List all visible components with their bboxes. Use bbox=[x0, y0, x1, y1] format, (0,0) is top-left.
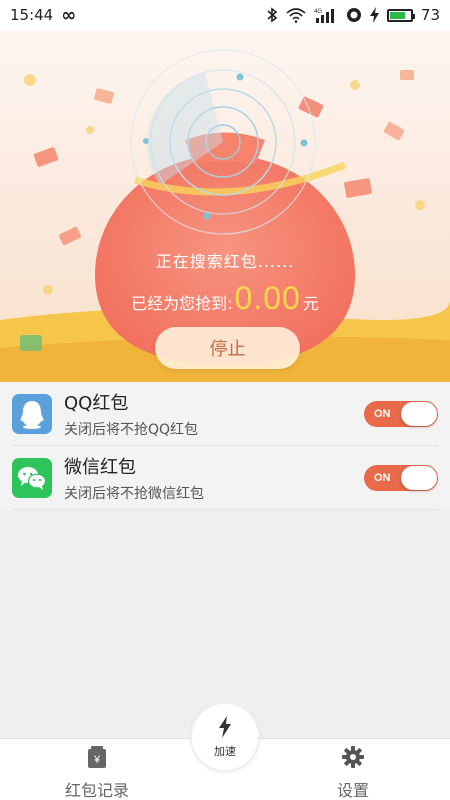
wallet-icon: ¥ bbox=[87, 745, 107, 773]
nav-records-tab[interactable]: ¥ 红包记录 bbox=[27, 745, 167, 800]
qq-toggle-knob bbox=[401, 401, 437, 426]
infinity-icon: ∞ bbox=[61, 4, 77, 26]
qq-toggle-label: ON bbox=[374, 407, 391, 420]
speed-up-button[interactable]: 加速 bbox=[192, 704, 258, 770]
bluetooth-icon bbox=[266, 7, 278, 23]
app-toggle-list: QQ红包 关闭后将不抢QQ红包 ON 微信红包 关闭后将不抢微信红包 ON bbox=[0, 382, 450, 510]
svg-text:¥: ¥ bbox=[93, 754, 101, 766]
battery-level bbox=[389, 11, 405, 19]
hero-search-area: 正在搜索红包...... 已经为您抢到: 0.00 元 停止 bbox=[0, 30, 450, 382]
wechat-icon bbox=[12, 457, 52, 498]
qq-toggle[interactable]: ON bbox=[364, 400, 438, 427]
grabbed-prefix: 已经为您抢到: bbox=[131, 294, 233, 313]
nav-settings-tab[interactable]: 设置 bbox=[283, 745, 423, 800]
wechat-toggle[interactable]: ON bbox=[364, 464, 438, 491]
wechat-toggle-label: ON bbox=[374, 471, 391, 484]
status-time: 15:44 bbox=[10, 6, 54, 24]
grabbed-amount: 0.00 bbox=[234, 280, 301, 316]
battery-icon bbox=[386, 8, 415, 22]
list-item-wechat: 微信红包 关闭后将不抢微信红包 ON bbox=[12, 446, 438, 510]
wechat-toggle-knob bbox=[401, 465, 437, 490]
searching-status: 正在搜索红包...... bbox=[155, 252, 295, 271]
gear-icon bbox=[341, 745, 365, 773]
qq-icon bbox=[12, 393, 52, 434]
cellular-signal-icon: 4G bbox=[314, 7, 338, 23]
battery-percent: 73 bbox=[420, 6, 440, 24]
speed-up-label: 加速 bbox=[214, 744, 236, 758]
currency-label: 元 bbox=[302, 294, 319, 313]
list-item-qq: QQ红包 关闭后将不抢QQ红包 ON bbox=[12, 382, 438, 446]
status-bar: 15:44 ∞ 4G 73 bbox=[0, 0, 450, 30]
wifi-icon bbox=[286, 7, 306, 23]
nav-settings-label: 设置 bbox=[336, 781, 369, 800]
charging-icon bbox=[369, 7, 379, 23]
status-left: 15:44 ∞ bbox=[10, 5, 76, 26]
app-notification-icon bbox=[346, 7, 362, 23]
nav-records-label: 红包记录 bbox=[64, 781, 129, 800]
stop-button[interactable]: 停止 bbox=[155, 327, 300, 369]
grabbed-amount-row: 已经为您抢到: 0.00 元 bbox=[0, 280, 450, 317]
status-right: 4G 73 bbox=[266, 6, 440, 24]
network-type-label: 4G bbox=[314, 9, 322, 15]
lightning-icon bbox=[218, 715, 232, 742]
